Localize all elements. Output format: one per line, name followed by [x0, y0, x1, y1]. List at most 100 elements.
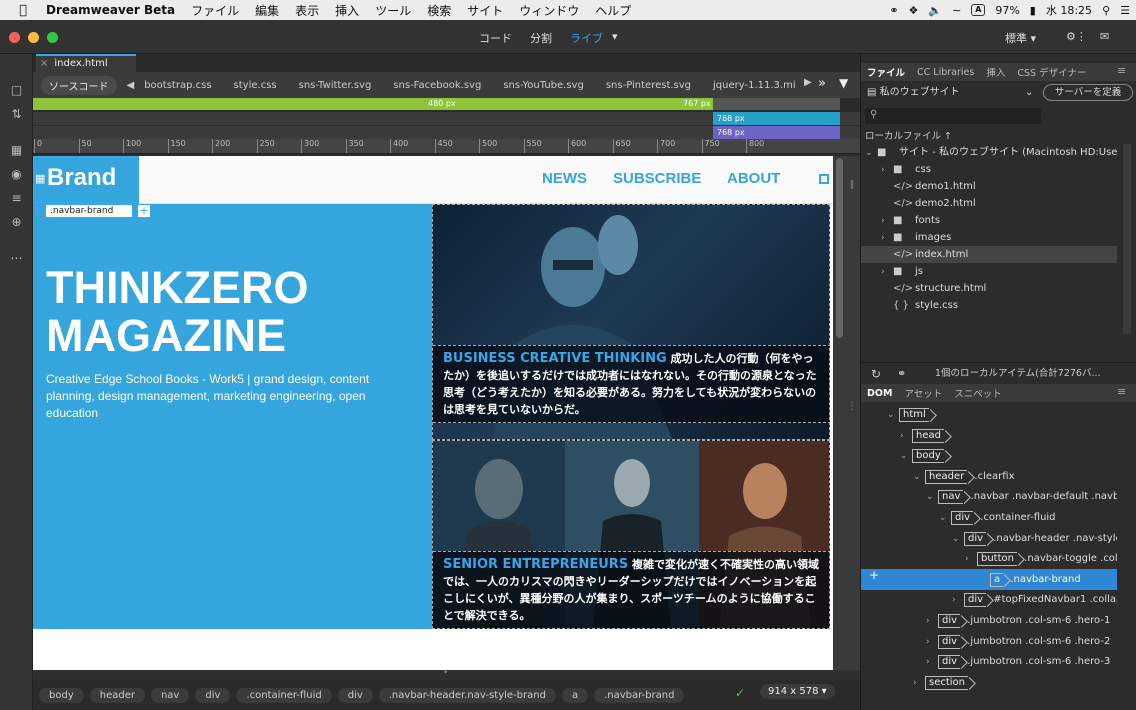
chevron-icon[interactable]: ⌄ [952, 529, 964, 549]
menu-edit[interactable]: 編集 [255, 2, 279, 19]
connect-icon[interactable]: ⚭ [897, 363, 906, 385]
site-root-row[interactable]: ⌄ ■ サイト - 私のウェブサイト (Macintosh HD:Use... [861, 144, 1117, 161]
target-icon[interactable]: ⊕ [8, 214, 25, 230]
chevron-icon[interactable]: ⌄ [887, 405, 899, 425]
add-class-button[interactable]: + [137, 204, 151, 218]
spotlight-icon[interactable]: ⚲ [1102, 4, 1110, 17]
chevron-right-icon[interactable]: › [881, 230, 893, 246]
nav-subscribe[interactable]: SUBSCRIBE [613, 170, 701, 187]
chevron-icon[interactable]: ⌄ [900, 446, 912, 466]
format-icon[interactable]: ≡ [8, 190, 25, 206]
breadcrumb-item[interactable]: body [39, 687, 84, 703]
chevron-right-icon[interactable]: › [881, 213, 893, 229]
window-size-select[interactable]: 914 x 578 ▾ [760, 684, 835, 699]
live-code-icon[interactable]: ▦ [8, 142, 25, 158]
live-vertical-scrollbar[interactable]: ‖ ⋮ [833, 156, 860, 670]
source-code-button[interactable]: ソースコード [41, 75, 117, 95]
file-row[interactable]: </> demo1.html [861, 178, 1117, 195]
chevron-right-icon[interactable]: › [881, 264, 893, 280]
chevron-icon[interactable]: › [926, 632, 938, 652]
tab-files[interactable]: ファイル [861, 65, 911, 79]
view-code-button[interactable]: コード [479, 30, 512, 46]
chevron-icon[interactable]: ⌄ [913, 467, 925, 487]
local-files-label[interactable]: ローカルファイル ↑ [865, 128, 952, 142]
minimize-window-button[interactable] [28, 32, 39, 43]
selected-element-label[interactable]: .navbar-brand [45, 204, 133, 218]
dom-row[interactable]: › div .jumbotron .col-sm-6 .hero-1 [861, 610, 1117, 631]
menu-help[interactable]: ヘルプ [595, 2, 631, 19]
menu-tools[interactable]: ツール [375, 2, 411, 19]
view-live-button[interactable]: ライブ [570, 30, 603, 46]
more-tools-icon[interactable]: ⋯ [8, 250, 25, 266]
close-icon[interactable]: × [40, 58, 48, 69]
dom-row[interactable]: a .navbar-brand [861, 568, 1117, 590]
chevron-left-icon[interactable]: ◀ [127, 80, 135, 91]
related-file[interactable]: bootstrap.css [144, 80, 211, 91]
media-query-bar-min[interactable]: 768 px [713, 112, 840, 125]
apple-icon[interactable]:  [0, 3, 46, 18]
files-scrollbar[interactable] [1123, 144, 1131, 334]
chevron-right-icon[interactable]: ▶ [804, 77, 812, 88]
file-search-input[interactable]: ⚲ [865, 108, 1041, 124]
gear-icon[interactable]: ⚙⋮ [1066, 30, 1087, 43]
creative-cloud-icon[interactable]: ⚭ [889, 4, 898, 17]
file-row[interactable]: › ■ images [861, 229, 1117, 246]
dom-row[interactable]: ⌄ nav .navbar .navbar-default .navba [861, 486, 1117, 507]
battery-icon[interactable]: ▮ [1030, 4, 1036, 17]
nav-about[interactable]: ABOUT [727, 170, 780, 187]
nav-news[interactable]: NEWS [542, 170, 587, 187]
panel-menu-icon[interactable]: ≡ [1117, 385, 1126, 398]
file-management-icon[interactable]: ⇅ [8, 106, 25, 122]
notification-center-icon[interactable]: ☰ [1120, 4, 1130, 17]
drag-handle-icon[interactable]: ⋮ [847, 401, 857, 412]
panel-menu-icon[interactable]: ≡ [1117, 64, 1126, 77]
dom-row[interactable]: › div .jumbotron .col-sm-6 .hero-3 [861, 651, 1117, 672]
media-query-bar-min-2[interactable]: 768 px [713, 126, 840, 139]
dom-row[interactable]: › button .navbar-toggle .coll [861, 548, 1117, 569]
scroll-thumb[interactable] [836, 158, 843, 338]
related-file[interactable]: sns-Facebook.svg [393, 80, 481, 91]
close-window-button[interactable] [9, 32, 20, 43]
file-row[interactable]: </> structure.html [861, 280, 1117, 297]
double-chevron-right-icon[interactable]: » [818, 76, 826, 91]
view-split-button[interactable]: 分割 [530, 30, 552, 46]
menu-site[interactable]: サイト [467, 2, 503, 19]
file-row[interactable]: </> index.html [861, 246, 1117, 263]
breadcrumb-item[interactable]: header [89, 687, 145, 703]
dom-row[interactable]: ⌄ body [861, 445, 1117, 466]
clock[interactable]: 水 18:25 [1046, 2, 1092, 18]
chevron-icon[interactable]: › [900, 426, 912, 446]
menu-insert[interactable]: 挿入 [335, 2, 359, 19]
chevron-down-icon[interactable]: ▾ [612, 30, 618, 43]
wifi-icon[interactable]: ∼ [952, 4, 961, 17]
chevron-icon[interactable]: › [926, 611, 938, 631]
related-file[interactable]: sns-Twitter.svg [299, 80, 372, 91]
add-element-icon[interactable]: + [869, 568, 879, 582]
site-select[interactable]: ▤ 私のウェブサイト ⌄ [867, 84, 1037, 102]
chevron-icon[interactable]: › [913, 673, 925, 693]
tab-dom[interactable]: DOM [861, 388, 898, 399]
related-file[interactable]: sns-Pinterest.svg [606, 80, 691, 91]
tab-index-html[interactable]: × index.html [36, 54, 136, 72]
element-handle-icon[interactable]: ▦ [35, 172, 45, 185]
dom-row[interactable]: ⌄ div .container-fluid [861, 507, 1117, 528]
document-icon[interactable]: □ [8, 82, 25, 98]
chevron-icon[interactable]: › [965, 549, 977, 569]
menu-window[interactable]: ウィンドウ [519, 2, 579, 19]
dom-row[interactable]: › div .jumbotron .col-sm-6 .hero-2 [861, 631, 1117, 652]
menu-view[interactable]: 表示 [295, 2, 319, 19]
file-row[interactable]: › ■ js [861, 263, 1117, 280]
breadcrumb-item[interactable]: .navbar-brand [594, 687, 685, 703]
media-query-bar-max[interactable]: 480 px 767 px [33, 98, 713, 110]
dom-row[interactable]: ⌄ html [861, 404, 1117, 425]
tab-cc-libraries[interactable]: CC Libraries [911, 67, 980, 78]
zoom-window-button[interactable] [47, 32, 58, 43]
breadcrumb-item[interactable]: .navbar-header.nav-style-brand [378, 687, 556, 703]
dom-row[interactable]: › div #topFixedNavbar1 .collaps [861, 589, 1117, 610]
file-row[interactable]: { } style.css [861, 297, 1117, 314]
file-row[interactable]: › ■ fonts [861, 212, 1117, 229]
file-row[interactable]: </> demo2.html [861, 195, 1117, 212]
chevron-icon[interactable]: ⌄ [939, 508, 951, 528]
dom-row[interactable]: ⌄ div .navbar-header .nav-style [861, 528, 1117, 549]
define-server-button[interactable]: サーバーを定義 [1043, 84, 1133, 101]
